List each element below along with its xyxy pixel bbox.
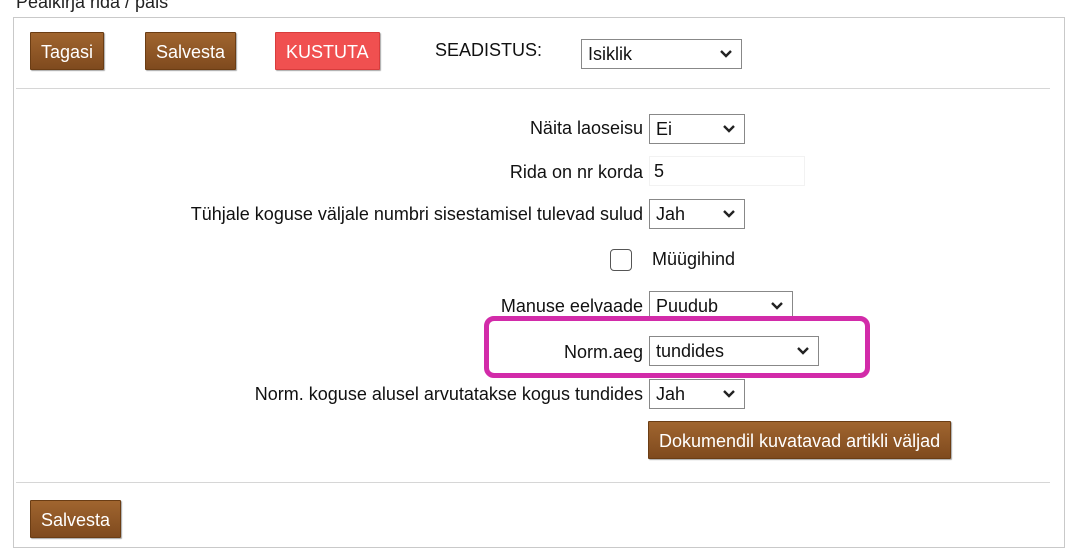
show-stock-value: Ei — [656, 119, 673, 139]
settings-select-value: Isiklik — [588, 44, 632, 64]
back-button[interactable]: Tagasi — [30, 32, 105, 70]
save-button-top[interactable]: Salvesta — [145, 32, 237, 70]
show-stock-label: Näita laoseisu — [529, 118, 643, 138]
save-button-bottom[interactable]: Salvesta — [30, 500, 122, 538]
brackets-label: Tühjale koguse väljale numbri sisestamis… — [190, 204, 643, 224]
sale-price-label: Müügihind — [652, 249, 736, 269]
article-fields-button[interactable]: Dokumendil kuvatavad artikli väljad — [648, 421, 952, 459]
chevron-down-icon — [723, 210, 735, 218]
divider-bottom — [16, 482, 1050, 483]
settings-select[interactable]: Isiklik — [581, 39, 742, 69]
show-stock-select[interactable]: Ei — [649, 114, 745, 144]
norm-qty-label: Norm. koguse alusel arvutatakse kogus tu… — [254, 384, 643, 404]
page-caption: Pealkirja rida / päis — [16, 0, 169, 12]
settings-panel — [13, 17, 1065, 548]
delete-button[interactable]: KUSTUTA — [275, 32, 380, 70]
highlight-box — [484, 316, 870, 378]
settings-label: SEADISTUS: — [435, 40, 543, 60]
row-count-input[interactable]: 5 — [649, 156, 805, 186]
brackets-select[interactable]: Jah — [649, 199, 745, 229]
brackets-value: Jah — [656, 204, 686, 224]
divider-top — [16, 88, 1050, 89]
norm-qty-value: Jah — [656, 384, 686, 404]
sale-price-checkbox[interactable] — [610, 249, 632, 271]
norm-qty-select[interactable]: Jah — [649, 379, 745, 409]
chevron-down-icon — [723, 125, 735, 133]
chevron-down-icon — [723, 390, 735, 398]
chevron-down-icon — [720, 50, 732, 58]
chevron-down-icon — [771, 302, 783, 310]
attachment-preview-value: Puudub — [656, 296, 719, 316]
row-count-label: Rida on nr korda — [509, 162, 643, 182]
attachment-preview-label: Manuse eelvaade — [500, 296, 643, 316]
